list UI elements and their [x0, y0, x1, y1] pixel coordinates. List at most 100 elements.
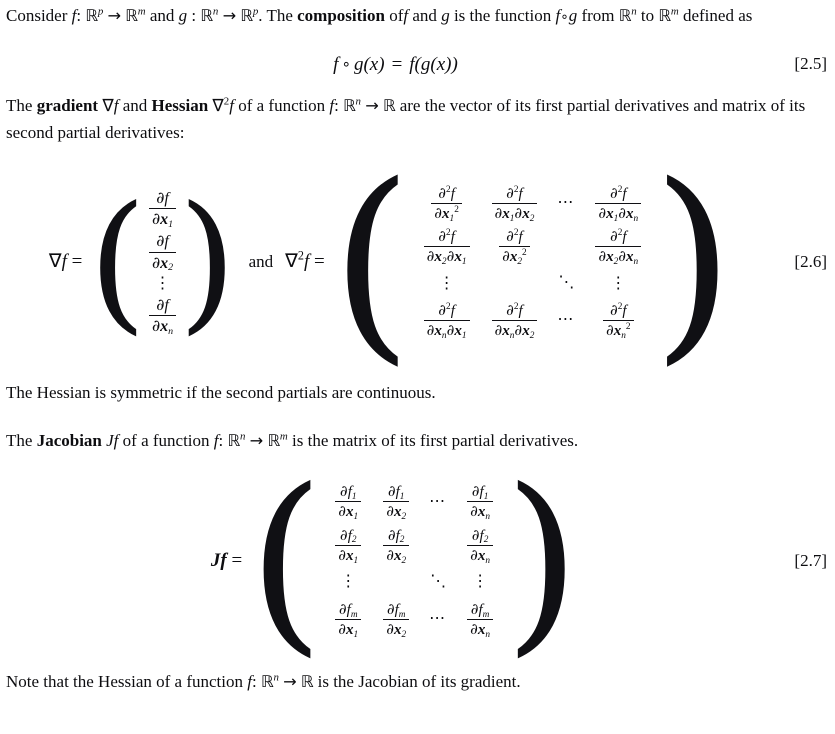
superscript-2: 2	[454, 204, 459, 215]
symbol-partial: ∂	[338, 545, 347, 564]
symbol-partial: ∂	[156, 231, 165, 251]
symbol-g: g	[568, 6, 578, 25]
symbol-partial: ∂	[426, 321, 435, 340]
term-hessian: Hessian	[151, 96, 209, 116]
symbol-f: f	[450, 185, 455, 202]
equation-number-2-5: [2.5]	[794, 54, 827, 74]
subscript-2: 2	[168, 262, 174, 274]
paren-open-jacobian: (	[248, 447, 325, 675]
text-of: of	[122, 431, 137, 451]
vertical-dots: ⋮	[340, 573, 357, 591]
symbol-partial: ∂	[618, 203, 627, 222]
symbol-x: x	[502, 323, 510, 340]
symbol-partial: ∂	[426, 247, 435, 266]
symbol-partial: ∂	[387, 482, 396, 501]
text-consider: Consider	[6, 6, 68, 25]
subscript: 1	[399, 492, 405, 503]
matrix-cell: ∂fm ∂xn	[456, 598, 504, 641]
symbol-partial: ∂	[506, 301, 514, 320]
symbol-g: g	[441, 6, 450, 25]
symbol-reals: ℝ	[200, 6, 213, 25]
subscript: 1	[353, 629, 359, 640]
subscript: 1	[461, 331, 467, 342]
symbol-x: x	[393, 621, 402, 638]
symbol-partial: ∂	[609, 226, 618, 245]
matrix-cell: ∂f2 ∂xn	[456, 524, 504, 567]
symbol-equals: =	[314, 251, 325, 273]
superscript-m: m	[279, 430, 288, 443]
arrow-icon: →	[283, 671, 297, 691]
symbol-g: g	[178, 6, 188, 25]
symbol-g: g	[353, 53, 364, 75]
hessian-matrix: ∂2f ∂x12 ∂2f ∂x1∂x2 ⋯ ∂2f ∂x1∂xn ∂2f ∂x2…	[413, 182, 653, 343]
diagonal-dots: ⋱	[430, 573, 447, 590]
matrix-cell: ∂2f ∂x2∂x1	[413, 225, 481, 268]
symbol-f: f	[518, 228, 523, 245]
symbol-partial: ∂	[471, 482, 480, 501]
matrix-cell: ∂2f ∂x22	[488, 225, 541, 268]
symbol-f: f	[518, 303, 523, 320]
hessian-symmetric-text: The Hessian is symmetric if the second p…	[6, 383, 436, 403]
symbol-partial: ∂	[438, 183, 447, 202]
subscript: m	[398, 609, 406, 620]
subscript: 1	[613, 213, 619, 224]
symbol-period: .	[258, 6, 263, 25]
equation-number-2-6: [2.6]	[794, 251, 827, 271]
text-is-the-function: is the function	[453, 6, 552, 25]
horizontal-dots: ⋯	[429, 610, 448, 628]
symbol-x: x	[626, 249, 634, 266]
superscript-2: 2	[522, 248, 527, 259]
symbol-nabla: ∇	[48, 250, 62, 273]
symbol-colon: :	[334, 96, 339, 116]
symbol-x: x	[454, 249, 462, 266]
matrix-cell: ∂2f ∂x12	[420, 182, 473, 225]
equation-2-6-body: ∇f = ( ∂f ∂x1 ∂f ∂x2 ⋮ ∂f ∂xn) and ∇2f …	[48, 157, 734, 367]
symbol-equals: =	[231, 549, 243, 571]
vertical-dots: ⋮	[472, 573, 489, 591]
symbol-partial: ∂	[386, 599, 395, 618]
text-the: The	[6, 96, 33, 116]
matrix-cell: ∂f2 ∂x1	[324, 524, 372, 567]
text-and: and	[412, 6, 437, 25]
superscript-n: n	[212, 5, 219, 18]
symbol-partial: ∂	[605, 321, 614, 340]
symbol-partial: ∂	[156, 294, 165, 314]
composition-ring-icon: ∘	[341, 54, 351, 73]
symbol-partial: ∂	[339, 525, 348, 544]
symbol-x: x	[454, 323, 462, 340]
symbol-x: x	[522, 323, 530, 340]
text-of: of	[389, 6, 404, 25]
text-the: The	[266, 6, 293, 25]
gradient-vector: ∂f ∂x1 ∂f ∂x2 ⋮ ∂f ∂xn	[147, 187, 178, 338]
symbol-reals: ℝ	[260, 671, 274, 691]
symbol-partial: ∂	[386, 502, 394, 521]
symbol-x: x	[606, 205, 614, 222]
symbol-equals: =	[391, 53, 403, 75]
symbol-colon: :	[76, 6, 82, 25]
jacobian-matrix: ∂f1 ∂x1 ∂f1 ∂x2 ⋯ ∂f1 ∂xn ∂f2 ∂x1 ∂f2 ∂x…	[324, 480, 504, 641]
gradient-entry-1: ∂f ∂x1	[147, 187, 178, 231]
paragraph-jacobian: The Jacobian Jf of a function f: ℝn → ℝm…	[6, 430, 579, 451]
symbol-reals: ℝ	[300, 671, 314, 691]
symbol-reals: ℝ	[383, 96, 396, 116]
gradient-entry-2: ∂f ∂x2	[147, 230, 178, 274]
symbol-f: f	[518, 185, 523, 202]
subscript-1: 1	[168, 218, 174, 230]
matrix-cell-empty	[429, 542, 447, 548]
subscript: 2	[613, 256, 619, 267]
vertical-dots: ⋮	[154, 274, 171, 292]
matrix-cell: ∂2f ∂xn∂x1	[413, 299, 481, 342]
symbol-x: x	[346, 621, 354, 638]
symbol-x: x	[606, 249, 614, 266]
symbol-reals: ℝ	[618, 6, 632, 25]
subscript: n	[509, 331, 515, 342]
matrix-cell: ∂2f ∂x1∂xn	[584, 182, 652, 225]
symbol-x: x	[346, 547, 354, 564]
symbol-x: x	[393, 547, 402, 564]
matrix-cell: ∂fm ∂x2	[372, 598, 420, 641]
vertical-dots: ⋮	[610, 274, 627, 292]
symbol-reals: ℝ	[85, 6, 98, 25]
equation-number-2-7: [2.7]	[794, 550, 827, 570]
matrix-cell: ∂f1 ∂xn	[456, 480, 504, 523]
symbol-partial: ∂	[338, 619, 347, 638]
